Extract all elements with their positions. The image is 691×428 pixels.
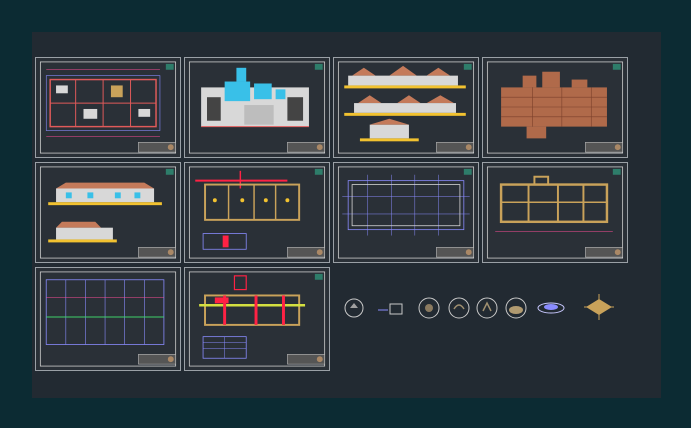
circle-tree-icon (344, 298, 364, 318)
drawing-canvas[interactable] (32, 32, 661, 398)
floor-plan-drawing (39, 61, 177, 154)
shrub-icon (537, 302, 565, 314)
sheet-foundation-plan[interactable] (482, 162, 628, 263)
sheet-floor-plan-furnished[interactable] (35, 57, 181, 158)
table-chairs-symbol[interactable] (582, 292, 616, 322)
sheet-structural-grid-plan[interactable] (333, 162, 479, 263)
foundation-plan-drawing (486, 166, 624, 259)
sheet-grid-layout[interactable] (35, 267, 181, 371)
sheet-electrical-plan[interactable] (184, 162, 330, 263)
shrub-symbol[interactable] (536, 298, 566, 316)
structural-plan-drawing (337, 166, 475, 259)
sheet-roof-plan-timber[interactable] (482, 57, 628, 158)
tree-3-icon (476, 297, 498, 319)
toilet-icon (378, 303, 403, 315)
sheet-plan-colored-zones[interactable] (184, 57, 330, 158)
tree-2-icon (448, 297, 470, 319)
toilet-symbol[interactable] (376, 300, 404, 318)
tree-1-icon (418, 297, 440, 319)
elevations-drawing (337, 61, 475, 154)
tree-symbol-1[interactable] (418, 297, 440, 319)
circle-tree-symbol[interactable] (344, 297, 364, 319)
sheet-plumbing-plan[interactable] (184, 267, 330, 371)
colored-plan-drawing (188, 61, 326, 154)
tree-symbol-4[interactable] (504, 297, 528, 319)
sections-drawing (39, 166, 177, 259)
roof-plan-drawing (486, 61, 624, 154)
plumbing-plan-drawing (188, 271, 326, 367)
tree-symbol-2[interactable] (448, 297, 470, 319)
sheet-elevations[interactable] (333, 57, 479, 158)
sheet-sections[interactable] (35, 162, 181, 263)
tree-symbol-3[interactable] (476, 297, 498, 319)
tree-4-icon (505, 297, 527, 319)
grid-layout-drawing (39, 271, 177, 367)
electrical-plan-drawing (188, 166, 326, 259)
table-chairs-icon (584, 294, 614, 320)
